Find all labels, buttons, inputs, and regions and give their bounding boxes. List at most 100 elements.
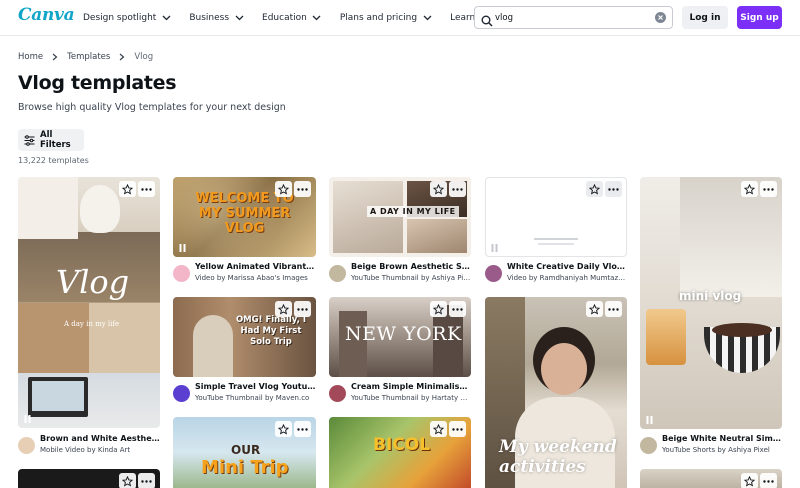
template-title: Cream Simple Minimalist Wee... xyxy=(351,382,471,391)
more-options-icon[interactable] xyxy=(760,181,777,197)
favorite-star-icon[interactable] xyxy=(586,301,603,317)
template-thumbnail[interactable]: mini vlog xyxy=(640,177,782,429)
thumbnail-overlay-subtitle: Mini Trip xyxy=(201,457,289,478)
thumbnail-overlay-title: OUR xyxy=(231,443,261,457)
thumbnail-overlay-title: NEW YORK xyxy=(345,323,462,345)
template-thumbnail[interactable]: A DAY IN MY LIFE xyxy=(329,177,471,257)
favorite-star-icon[interactable] xyxy=(275,181,292,197)
template-thumbnail[interactable] xyxy=(485,177,627,257)
chevron-right-icon xyxy=(52,53,58,61)
nav-business[interactable]: Business xyxy=(189,13,244,23)
template-thumbnail[interactable]: NEW YORK xyxy=(329,297,471,377)
search-box[interactable] xyxy=(474,6,673,29)
breadcrumb-templates[interactable]: Templates xyxy=(67,52,110,62)
page-title: Vlog templates xyxy=(18,72,177,94)
template-card-info[interactable]: Beige White Neutral Simple M... YouTube … xyxy=(640,434,782,462)
avatar xyxy=(18,437,35,454)
breadcrumb: Home Templates Vlog xyxy=(18,52,153,62)
template-thumbnail[interactable] xyxy=(640,469,782,488)
template-thumbnail[interactable]: WELCOME TO MY SUMMER VLOG xyxy=(173,177,316,257)
pause-icon[interactable] xyxy=(490,244,498,252)
more-options-icon[interactable] xyxy=(294,181,311,197)
template-thumbnail[interactable]: BICOL xyxy=(329,417,471,488)
nav-plans-and-pricing[interactable]: Plans and pricing xyxy=(340,13,432,23)
all-filters-button[interactable]: All Filters xyxy=(18,129,84,151)
template-card-info[interactable]: White Creative Daily Vlog Intr... Video … xyxy=(485,262,627,290)
all-filters-label: All Filters xyxy=(40,130,71,150)
login-button[interactable]: Log in xyxy=(682,6,728,29)
more-options-icon[interactable] xyxy=(605,301,622,317)
more-options-icon[interactable] xyxy=(138,473,155,488)
favorite-star-icon[interactable] xyxy=(430,301,447,317)
clear-search-icon[interactable] xyxy=(655,12,666,23)
pause-icon[interactable] xyxy=(23,415,31,423)
avatar xyxy=(329,265,346,282)
template-thumbnail[interactable]: Vlog A day in my life xyxy=(18,177,160,428)
chevron-right-icon xyxy=(119,53,125,61)
nav-education[interactable]: Education xyxy=(262,13,322,23)
favorite-star-icon[interactable] xyxy=(430,181,447,197)
favorite-star-icon[interactable] xyxy=(275,421,292,437)
avatar xyxy=(640,437,657,454)
more-options-icon[interactable] xyxy=(449,181,466,197)
breadcrumb-home[interactable]: Home xyxy=(18,52,43,62)
favorite-star-icon[interactable] xyxy=(119,473,136,488)
top-header: Canva Design spotlight Business Educatio… xyxy=(0,0,800,36)
nav-label: Plans and pricing xyxy=(339,13,418,23)
template-count: 13,222 templates xyxy=(18,156,89,165)
template-title: White Creative Daily Vlog Intr... xyxy=(507,262,627,271)
template-subtitle: Video by Marissa Abao's Images xyxy=(195,274,308,282)
template-card-info[interactable]: Yellow Animated Vibrant Sum... Video by … xyxy=(173,262,316,290)
template-subtitle: YouTube Thumbnail by Hartaty Wija... xyxy=(351,394,471,402)
template-subtitle: Video by Ramdhaniyah Mumtazah's xyxy=(507,274,627,282)
more-options-icon[interactable] xyxy=(605,181,622,197)
pause-icon[interactable] xyxy=(645,416,653,424)
chevron-down-icon xyxy=(312,13,322,23)
page-subtitle: Browse high quality Vlog templates for y… xyxy=(18,102,286,113)
thumbnail-overlay-subtitle: A day in my life xyxy=(64,320,120,328)
template-title: Yellow Animated Vibrant Sum... xyxy=(195,262,316,271)
thumbnail-overlay-title: WELCOME TO MY SUMMER VLOG xyxy=(195,191,294,236)
more-options-icon[interactable] xyxy=(138,181,155,197)
favorite-star-icon[interactable] xyxy=(119,181,136,197)
thumbnail-overlay-title: mini vlog xyxy=(679,289,742,303)
search-input[interactable] xyxy=(495,9,653,26)
favorite-star-icon[interactable] xyxy=(586,181,603,197)
avatar xyxy=(173,265,190,282)
template-thumbnail[interactable]: OUR Mini Trip xyxy=(173,417,316,488)
more-options-icon[interactable] xyxy=(449,421,466,437)
favorite-star-icon[interactable] xyxy=(275,301,292,317)
nav-design-spotlight[interactable]: Design spotlight xyxy=(83,13,171,23)
avatar xyxy=(329,385,346,402)
more-options-icon[interactable] xyxy=(760,473,777,488)
nav-label: Education xyxy=(262,13,307,23)
template-subtitle: YouTube Shorts by Ashiya Pixel xyxy=(662,446,770,454)
avatar xyxy=(485,265,502,282)
nav-label: Design spotlight xyxy=(83,13,157,23)
favorite-star-icon[interactable] xyxy=(741,181,758,197)
signup-button[interactable]: Sign up xyxy=(737,6,782,29)
template-card-info[interactable]: Cream Simple Minimalist Wee... YouTube T… xyxy=(329,382,471,410)
template-subtitle: YouTube Thumbnail by Maven.co xyxy=(195,394,310,402)
canva-logo[interactable]: Canva xyxy=(18,5,75,25)
chevron-down-icon xyxy=(422,13,432,23)
template-card-info[interactable]: Beige Brown Aesthetic Simple... YouTube … xyxy=(329,262,471,290)
thumbnail-overlay-title: My weekend activities xyxy=(499,437,617,477)
template-title: Beige White Neutral Simple M... xyxy=(662,434,782,443)
more-options-icon[interactable] xyxy=(294,421,311,437)
thumbnail-overlay-title: BICOL xyxy=(373,435,431,455)
more-options-icon[interactable] xyxy=(449,301,466,317)
pause-icon[interactable] xyxy=(178,244,186,252)
favorite-star-icon[interactable] xyxy=(430,421,447,437)
search-icon xyxy=(481,12,493,27)
more-options-icon[interactable] xyxy=(294,301,311,317)
favorite-star-icon[interactable] xyxy=(741,473,758,488)
filter-sliders-icon xyxy=(24,134,35,146)
nav-label: Business xyxy=(189,13,230,23)
thumbnail-overlay-title: Vlog xyxy=(56,263,130,301)
template-card-info[interactable]: Brown and White Aesthetic D... Mobile Vi… xyxy=(18,434,160,462)
template-thumbnail[interactable] xyxy=(18,469,160,488)
template-thumbnail[interactable]: OMG! Finally, I Had My First Solo Trip xyxy=(173,297,316,377)
template-card-info[interactable]: Simple Travel Vlog Youtube T... YouTube … xyxy=(173,382,316,410)
template-thumbnail[interactable]: My weekend activities xyxy=(485,297,627,488)
